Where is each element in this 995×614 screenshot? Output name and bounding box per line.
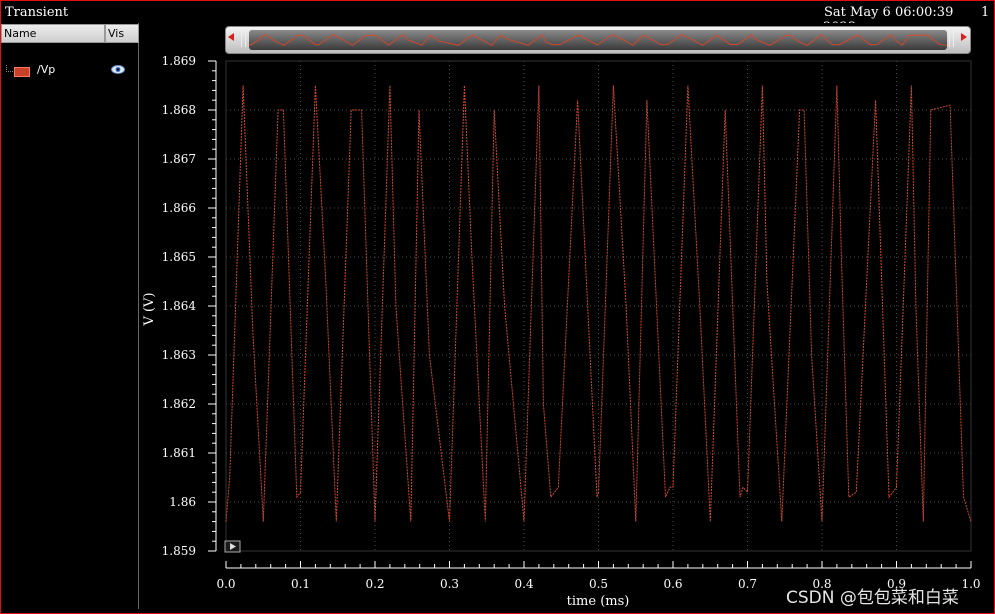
window-title: Transient <box>5 5 69 20</box>
column-header-name[interactable]: Name <box>1 24 105 43</box>
scroll-handle-left[interactable] <box>241 31 246 47</box>
window-frame <box>0 0 995 614</box>
zoom-scroll-bar[interactable] <box>225 26 971 54</box>
page-number: 1 <box>981 5 990 20</box>
scroll-left-arrow-icon[interactable] <box>228 33 234 41</box>
column-header-vis[interactable]: Vis <box>105 24 139 43</box>
timestamp: Sat May 6 06:00:39 <box>824 5 954 20</box>
timestamp-year-clipped: 2023 <box>823 20 856 23</box>
signal-panel: Name Vis /Vp <box>1 23 139 609</box>
signal-color-swatch[interactable] <box>14 67 30 77</box>
scroll-handle-right[interactable] <box>949 31 954 47</box>
overview-strip[interactable] <box>248 30 948 50</box>
watermark: CSDN @包包菜和白菜 <box>786 588 959 608</box>
tree-connector <box>6 65 13 72</box>
signal-label[interactable]: /Vp <box>37 63 55 76</box>
eye-icon[interactable] <box>111 65 125 74</box>
scroll-right-arrow-icon[interactable] <box>961 33 967 41</box>
overview-waveform <box>248 33 948 47</box>
